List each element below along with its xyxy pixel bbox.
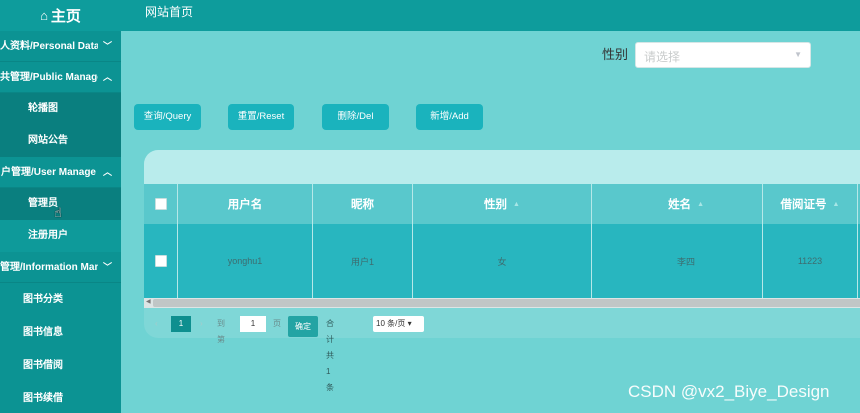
col-card-number[interactable]: 借阅证号 ▲	[763, 184, 858, 224]
home-icon: ⌂	[40, 8, 48, 23]
col-gender-label: 性别	[484, 199, 508, 211]
cell-name: 李四	[592, 224, 763, 298]
gender-select-placeholder: 请选择	[644, 50, 681, 64]
table-header-row: 用户名 昵称 性别 ▲ 姓名 ▲ 借阅证号 ▲	[144, 184, 860, 224]
sort-icon[interactable]: ▲	[697, 201, 704, 208]
top-bar: ⌂ 主页 网站首页	[0, 0, 860, 31]
col-nickname: 昵称	[313, 184, 413, 224]
chevron-up-icon: ︿	[103, 167, 113, 177]
table-horizontal-scrollbar[interactable]: ◀	[144, 298, 860, 308]
select-all-cell	[144, 184, 178, 224]
scroll-left-icon[interactable]: ◀	[146, 298, 151, 305]
col-nickname-label: 昵称	[351, 199, 374, 211]
sidebar-group-label: 管理/Information Manage	[0, 262, 98, 273]
next-page-icon[interactable]: ›	[200, 316, 203, 332]
sidebar-group-personal-data[interactable]: 人资料/Personal Data ﹀	[0, 31, 121, 62]
col-name-label: 姓名	[668, 199, 692, 211]
sidebar-group-information-manage[interactable]: 管理/Information Manage ﹀	[0, 252, 121, 283]
brand-label: 主页	[50, 8, 81, 25]
hand-cursor-icon: ☝	[54, 205, 62, 220]
sidebar-group-label: 户管理/User Manage	[0, 167, 96, 178]
col-name[interactable]: 姓名 ▲	[592, 184, 763, 224]
row-checkbox[interactable]	[154, 255, 167, 267]
gender-select[interactable]: 请选择 ▼	[635, 42, 811, 68]
chevron-down-icon: ▾	[407, 319, 412, 328]
sidebar-item-book-category[interactable]: 图书分类	[0, 283, 121, 316]
sidebar-item-carousel[interactable]: 轮播图	[0, 93, 121, 125]
cell-card-number: 11223	[763, 224, 858, 298]
brand-home[interactable]: ⌂ 主页	[0, 0, 121, 31]
col-gender[interactable]: 性别 ▲	[413, 184, 592, 224]
sort-icon[interactable]: ▲	[513, 201, 520, 208]
select-all-checkbox[interactable]	[154, 198, 167, 210]
col-card-number-label: 借阅证号	[780, 199, 827, 211]
table-card-header	[144, 150, 860, 184]
cell-username: yonghu1	[178, 224, 313, 298]
page-size-select[interactable]: 10 条/页 ▾	[373, 316, 424, 332]
goto-confirm-button[interactable]: 确定	[288, 316, 318, 337]
user-table-card: 用户名 昵称 性别 ▲ 姓名 ▲ 借阅证号 ▲ yonghu1 用户1 女 李四 11…	[144, 150, 860, 338]
reset-button[interactable]: 重置/Reset	[228, 104, 294, 130]
page-number-current[interactable]: 1	[171, 316, 191, 332]
total-count: 合计共 1 条	[326, 319, 334, 392]
goto-page-input[interactable]: 1	[240, 316, 266, 332]
add-button[interactable]: 新增/Add	[416, 104, 483, 130]
sidebar-item-book-renew[interactable]: 图书续借	[0, 382, 121, 413]
cell-nickname: 用户1	[313, 224, 413, 298]
sidebar-item-book-borrow[interactable]: 图书借阅	[0, 349, 121, 382]
chevron-up-icon: ︿	[103, 72, 113, 82]
sidebar-group-label: 共管理/Public Manage	[0, 72, 98, 83]
sidebar-group-user-manage[interactable]: 户管理/User Manage ︿	[0, 157, 121, 188]
delete-button[interactable]: 删除/Del	[322, 104, 389, 130]
cell-gender: 女	[413, 224, 592, 298]
scrollbar-thumb[interactable]	[153, 299, 860, 307]
gender-filter-label: 性别	[602, 47, 629, 62]
sidebar-group-label: 人资料/Personal Data	[0, 41, 98, 52]
query-button[interactable]: 查询/Query	[134, 104, 201, 130]
chevron-down-icon: ﹀	[103, 41, 113, 51]
row-select-cell	[144, 224, 178, 298]
sidebar-item-book-info[interactable]: 图书信息	[0, 316, 121, 349]
prev-page-icon[interactable]: ‹	[155, 316, 158, 332]
chevron-down-icon: ﹀	[103, 262, 113, 272]
watermark-text: CSDN @vx2_Biye_Design	[628, 382, 830, 401]
table-row[interactable]: yonghu1 用户1 女 李四 11223	[144, 224, 860, 298]
sidebar-item-registered-users[interactable]: 注册用户	[0, 220, 121, 252]
goto-suffix: 页	[273, 319, 281, 328]
caret-down-icon: ▼	[794, 50, 802, 59]
sidebar-group-public-manage[interactable]: 共管理/Public Manage ︿	[0, 62, 121, 93]
page-size-value: 10 条/页	[376, 319, 406, 328]
sidebar-item-announcement[interactable]: 网站公告	[0, 125, 121, 157]
goto-prefix: 到第	[217, 319, 225, 344]
sidebar: 人资料/Personal Data ﹀ 共管理/Public Manage ︿ …	[0, 31, 121, 413]
col-username-label: 用户名	[227, 199, 263, 211]
nav-home-link[interactable]: 网站首页	[145, 0, 193, 24]
sort-icon[interactable]: ▲	[833, 201, 840, 208]
col-username: 用户名	[178, 184, 313, 224]
